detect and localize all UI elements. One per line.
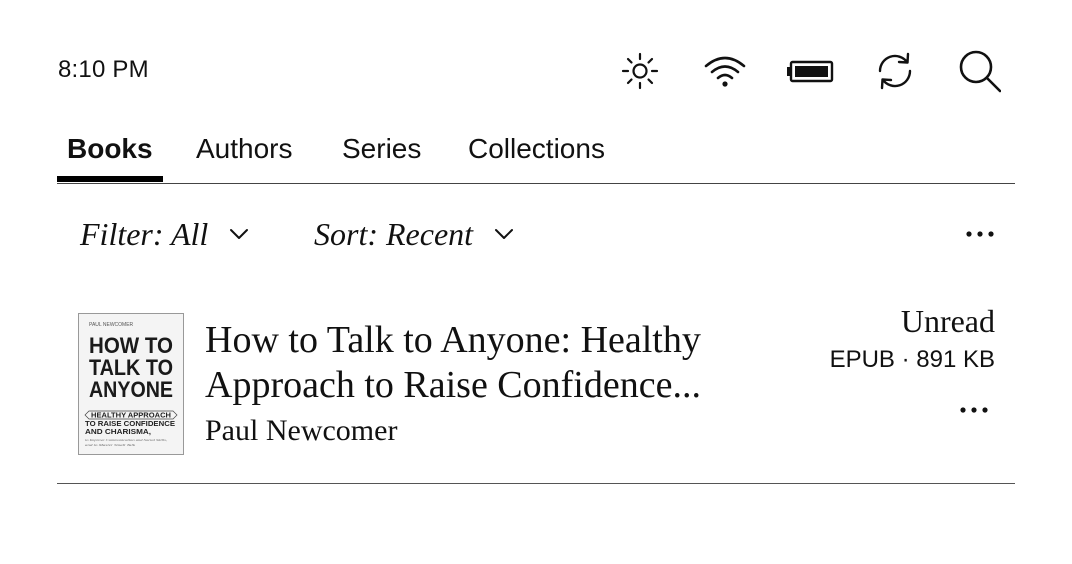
book-title[interactable]: How to Talk to Anyone: Healthy Approach …	[205, 318, 785, 408]
tabs-divider	[57, 183, 1015, 184]
cover-subtitle-line-1: HEALTHY APPROACH	[91, 411, 171, 420]
more-horizontal-icon	[960, 407, 988, 413]
tab-books[interactable]: Books	[67, 133, 153, 165]
cover-author: PAUL NEWCOMER	[89, 322, 134, 328]
status-bar: 8:10 PM	[0, 0, 1072, 120]
book-row-divider	[57, 483, 1015, 484]
brightness-icon[interactable]	[618, 49, 662, 93]
active-tab-indicator	[57, 176, 163, 182]
book-author: Paul Newcomer	[205, 414, 398, 447]
book-status: Unread	[900, 303, 995, 339]
chevron-down-icon	[493, 223, 515, 245]
cover-tagline-line-2: and to Master Small Talk	[85, 443, 136, 447]
filter-bar: Filter: All Sort: Recent	[0, 210, 1072, 260]
sort-label: Sort: Recent	[314, 215, 474, 252]
chevron-down-icon	[228, 223, 250, 245]
library-more-options-button[interactable]	[960, 222, 1000, 246]
book-list-item[interactable]: PAUL NEWCOMER HOW TO TALK TO ANYONE HEAL…	[57, 300, 1015, 483]
search-icon[interactable]	[957, 49, 1001, 93]
battery-icon[interactable]	[786, 49, 836, 93]
cover-title-line-3: ANYONE	[89, 377, 173, 402]
wifi-icon[interactable]	[703, 49, 747, 93]
filter-dropdown[interactable]: Filter: All	[80, 210, 250, 258]
cover-subtitle-line-2: TO RAISE CONFIDENCE	[85, 421, 175, 428]
tab-series[interactable]: Series	[342, 133, 421, 165]
book-format-size: EPUB · 891 KB	[829, 346, 995, 373]
more-horizontal-icon	[966, 231, 994, 237]
tab-collections[interactable]: Collections	[468, 133, 605, 165]
cover-subtitle-line-3: AND CHARISMA,	[85, 429, 151, 436]
clock: 8:10 PM	[58, 56, 149, 83]
filter-label: Filter: All	[80, 215, 209, 252]
sync-icon[interactable]	[873, 49, 917, 93]
book-more-options-button[interactable]	[954, 398, 994, 422]
tab-authors[interactable]: Authors	[196, 133, 293, 165]
book-cover[interactable]: PAUL NEWCOMER HOW TO TALK TO ANYONE HEAL…	[78, 313, 184, 455]
sort-dropdown[interactable]: Sort: Recent	[314, 210, 515, 258]
